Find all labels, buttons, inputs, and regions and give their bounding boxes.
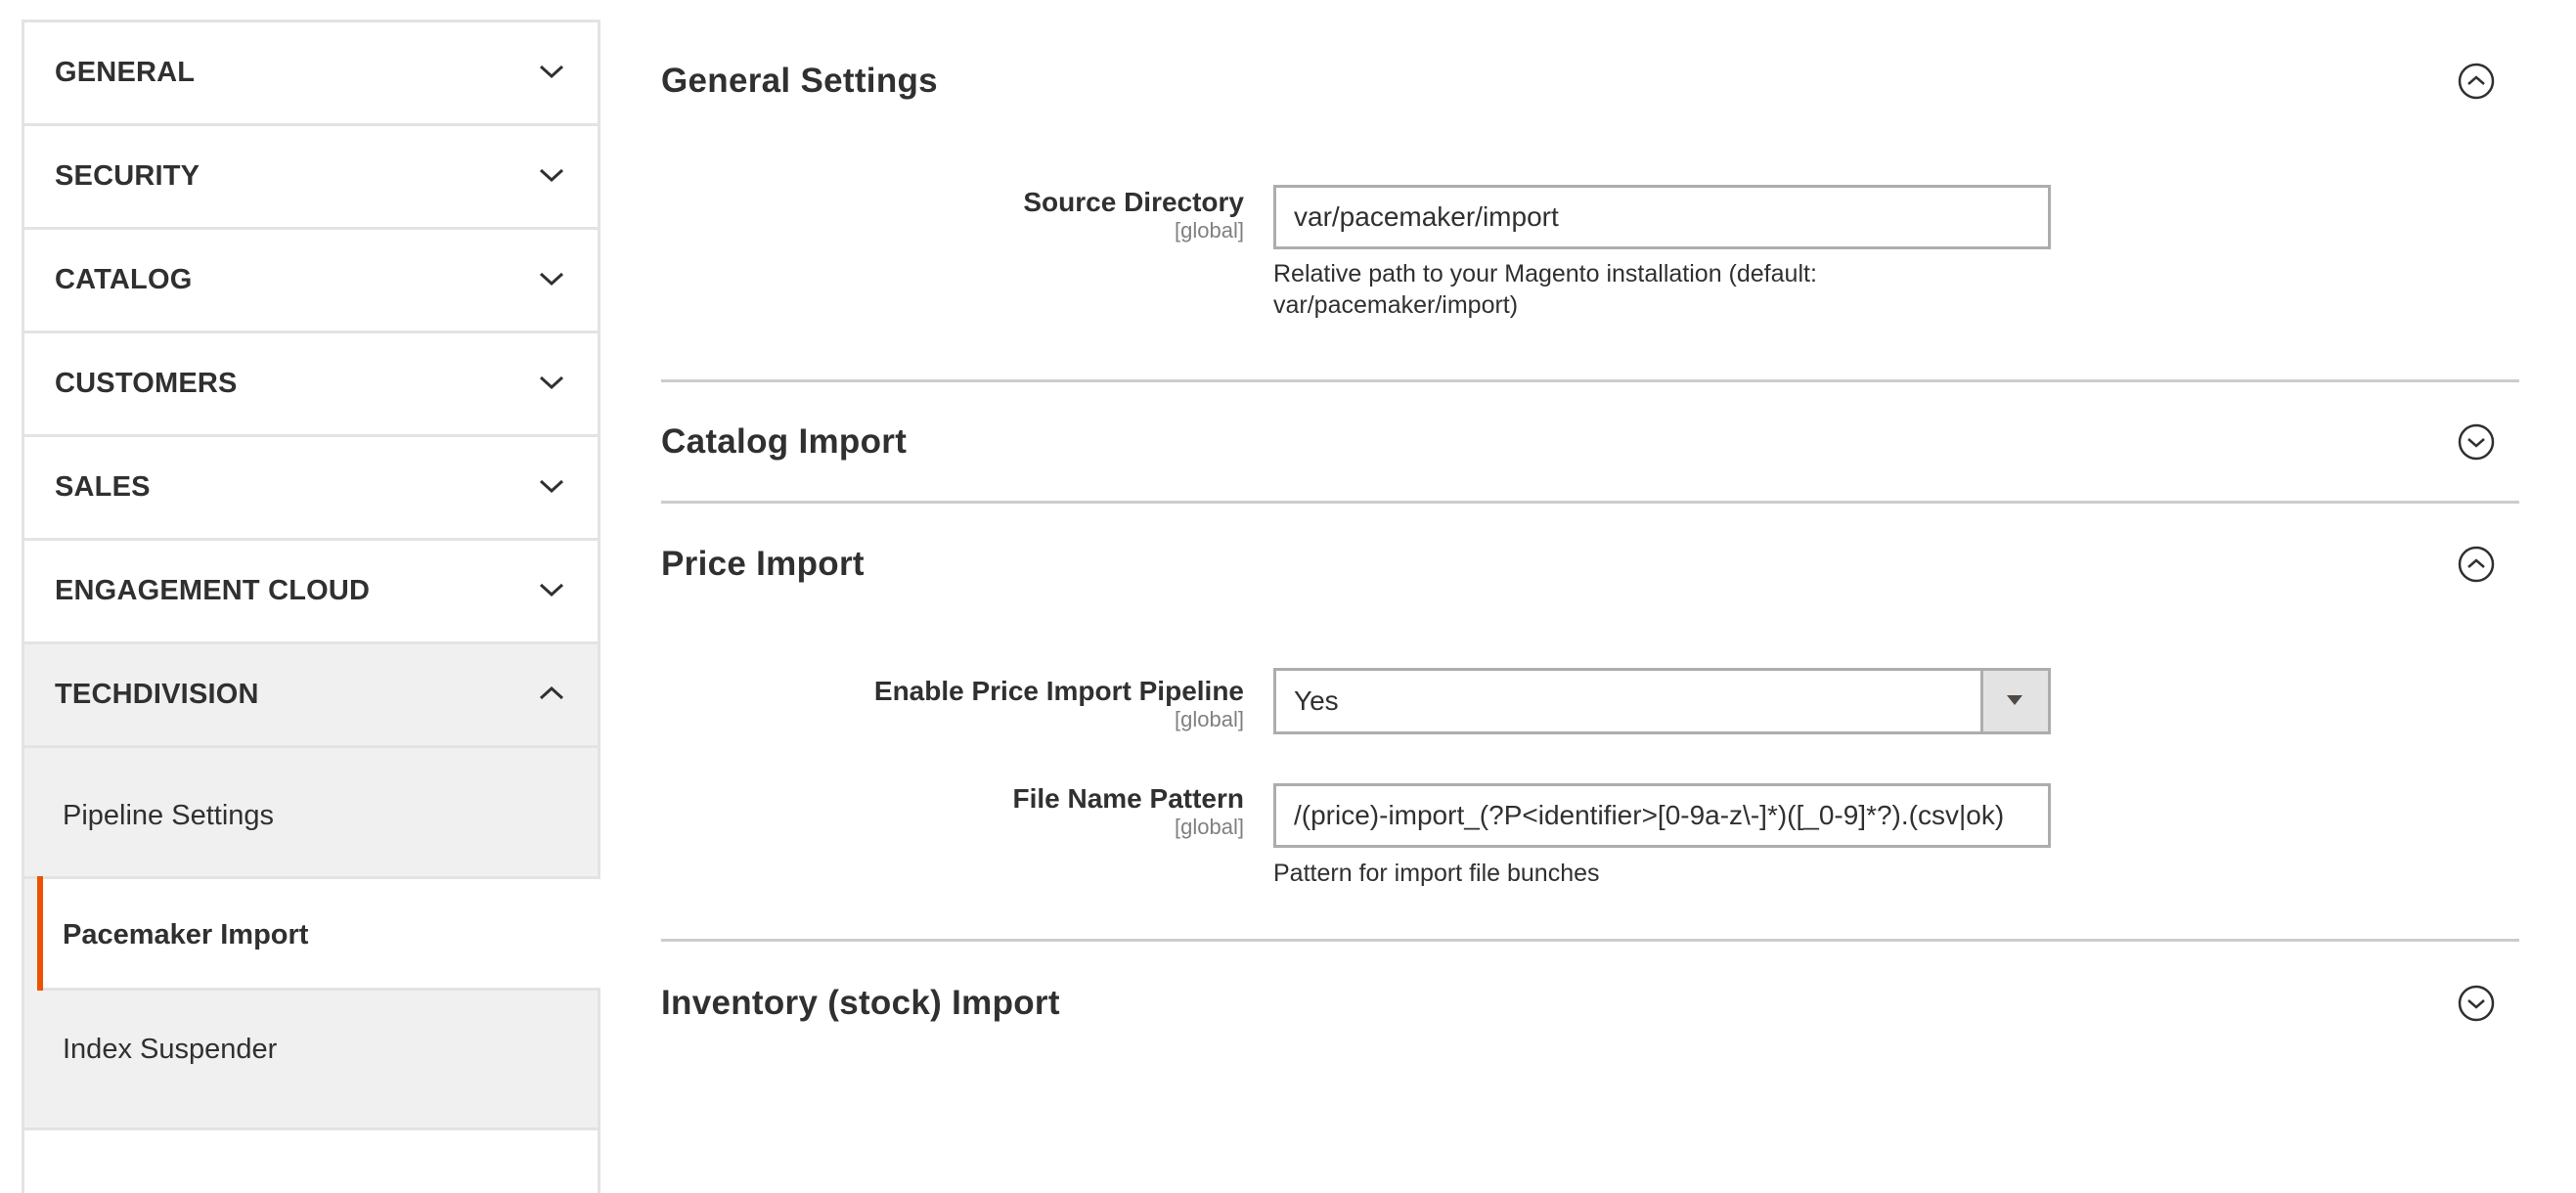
- field-name: File Name Pattern: [1012, 783, 1244, 814]
- sidebar-item-label: Index Suspender: [63, 1034, 278, 1065]
- config-sidebar: GENERAL SECURITY CATALOG CUSTOMERS SALES…: [22, 20, 600, 1193]
- section-inventory-import[interactable]: Inventory (stock) Import: [661, 974, 2519, 1033]
- collapse-circle-icon[interactable]: [2458, 546, 2495, 583]
- sidebar-group-engagement-cloud[interactable]: ENGAGEMENT CLOUD: [24, 541, 598, 644]
- sidebar-group-label: CATALOG: [55, 264, 193, 295]
- field-name: Enable Price Import Pipeline: [873, 676, 1244, 706]
- techdivision-subitems: Pipeline Settings Pacemaker Import Index…: [24, 748, 600, 1130]
- enable-price-pipeline-select[interactable]: Yes: [1273, 668, 2051, 734]
- section-general-settings[interactable]: General Settings: [661, 52, 2519, 110]
- section-catalog-import[interactable]: Catalog Import: [661, 413, 2519, 471]
- source-directory-note: Relative path to your Magento installati…: [1273, 260, 1817, 319]
- sidebar-group-label: GENERAL: [55, 57, 196, 88]
- file-name-pattern-note: Pattern for import file bunches: [1273, 860, 1600, 887]
- section-title: Inventory (stock) Import: [661, 984, 1060, 1022]
- source-directory-input[interactable]: [1273, 185, 2051, 249]
- sidebar-item-pipeline-settings[interactable]: Pipeline Settings: [24, 748, 598, 879]
- caret-down-icon: [2007, 695, 2022, 705]
- sidebar-group-customers[interactable]: CUSTOMERS: [24, 333, 598, 437]
- select-value: Yes: [1294, 685, 1339, 716]
- sidebar-item-label: Pipeline Settings: [63, 800, 275, 831]
- field-name: Source Directory: [1023, 187, 1244, 217]
- section-divider: [661, 939, 2519, 942]
- chevron-down-icon: [539, 168, 564, 183]
- section-divider: [661, 501, 2519, 504]
- chevron-down-icon: [539, 65, 564, 79]
- sidebar-group-general[interactable]: GENERAL: [24, 22, 598, 126]
- active-indicator: [37, 876, 43, 991]
- expand-circle-icon[interactable]: [2458, 423, 2495, 461]
- sidebar-item-label: Pacemaker Import: [63, 919, 309, 950]
- chevron-down-icon: [539, 376, 564, 390]
- sidebar-item-index-suspender[interactable]: Index Suspender: [24, 991, 598, 1127]
- field-scope: [global]: [1175, 815, 1244, 839]
- sidebar-item-pacemaker-import[interactable]: Pacemaker Import: [37, 876, 600, 991]
- sidebar-group-label: TECHDIVISION: [55, 679, 259, 710]
- field-scope: [global]: [1175, 707, 1244, 731]
- expand-circle-icon[interactable]: [2458, 985, 2495, 1022]
- select-arrow-button[interactable]: [1980, 671, 2048, 731]
- section-title: Catalog Import: [661, 422, 908, 461]
- file-name-pattern-input[interactable]: [1273, 783, 2051, 848]
- chevron-down-icon: [539, 272, 564, 287]
- sidebar-group-label: SECURITY: [55, 160, 200, 192]
- sidebar-group-techdivision[interactable]: TECHDIVISION: [24, 644, 598, 748]
- chevron-down-icon: [539, 583, 564, 597]
- section-title: Price Import: [661, 545, 865, 583]
- sidebar-group-catalog[interactable]: CATALOG: [24, 230, 598, 333]
- enable-price-pipeline-label: Enable Price Import Pipeline [global]: [874, 675, 1244, 731]
- sidebar-group-label: CUSTOMERS: [55, 368, 238, 399]
- file-name-pattern-label: File Name Pattern [global]: [1012, 782, 1244, 839]
- field-scope: [global]: [1175, 218, 1244, 243]
- sidebar-group-security[interactable]: SECURITY: [24, 126, 598, 230]
- section-divider: [661, 379, 2519, 382]
- section-title: General Settings: [661, 62, 938, 100]
- chevron-up-icon: [539, 685, 564, 700]
- section-price-import[interactable]: Price Import: [661, 535, 2519, 594]
- collapse-circle-icon[interactable]: [2458, 63, 2495, 100]
- sidebar-group-label: ENGAGEMENT CLOUD: [55, 575, 371, 606]
- sidebar-group-sales[interactable]: SALES: [24, 437, 598, 541]
- source-directory-label: Source Directory [global]: [1023, 186, 1244, 243]
- sidebar-group-label: SALES: [55, 471, 151, 503]
- chevron-down-icon: [539, 479, 564, 494]
